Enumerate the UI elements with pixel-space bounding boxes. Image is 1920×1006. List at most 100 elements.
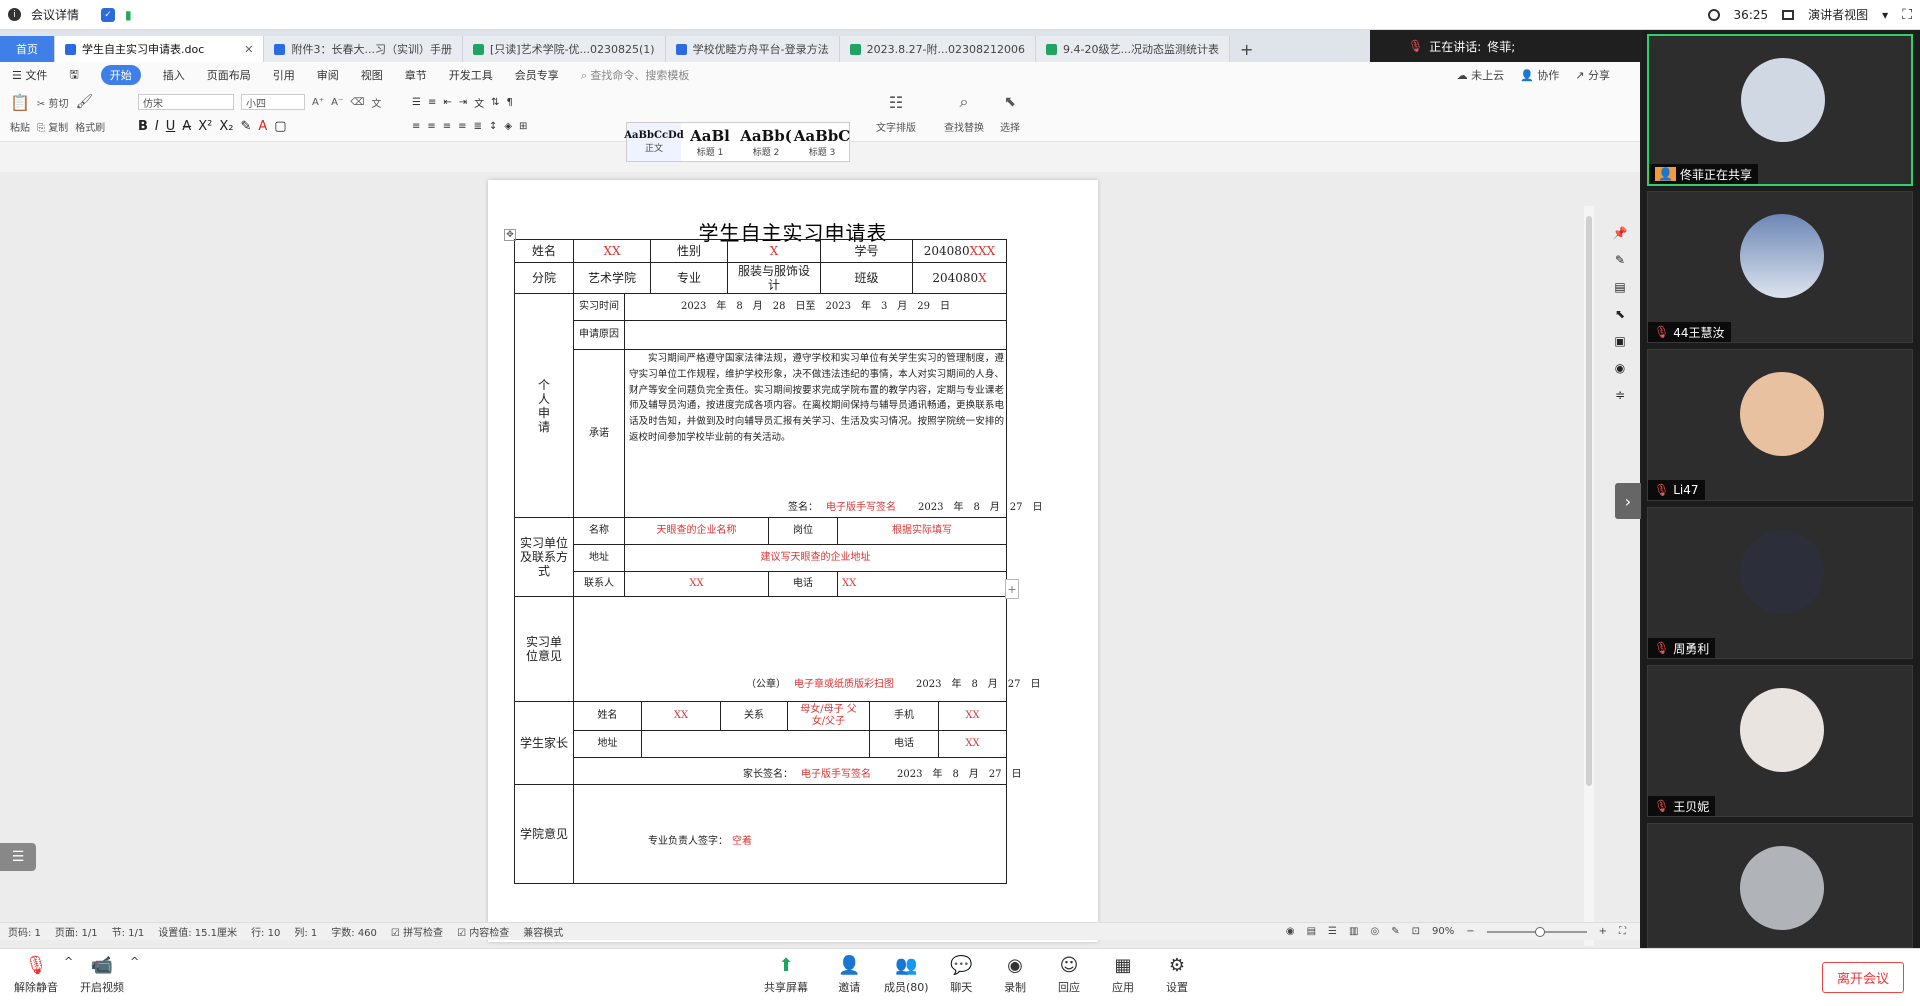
- share-screen-button[interactable]: ⬆ 共享屏幕: [764, 955, 808, 995]
- outdent-icon[interactable]: ⇤: [443, 97, 451, 108]
- chevron-down-icon[interactable]: ▾: [1882, 8, 1888, 22]
- highlight-icon[interactable]: ✎: [240, 119, 251, 134]
- contact-value[interactable]: XX: [624, 571, 769, 597]
- italic-icon[interactable]: I: [155, 119, 159, 134]
- bold-icon[interactable]: B: [138, 119, 148, 134]
- fullscreen-icon[interactable]: ⛶: [1619, 926, 1626, 937]
- status-words[interactable]: 字数: 460: [331, 924, 377, 939]
- menu-review[interactable]: 审阅: [317, 67, 339, 83]
- chevron-up-icon[interactable]: ^: [64, 955, 73, 968]
- parent-name-value[interactable]: XX: [641, 701, 721, 731]
- unit-address-value[interactable]: 建议写天眼查的企业地址: [624, 544, 1007, 572]
- participant-tile[interactable]: 🎙 Li47: [1647, 349, 1913, 501]
- sliders-icon[interactable]: ≑: [1615, 388, 1625, 402]
- add-column-button[interactable]: +: [1005, 579, 1019, 599]
- superscript-icon[interactable]: X²: [198, 119, 212, 134]
- relation-value[interactable]: 母女/母子 父女/父子: [787, 701, 870, 731]
- content-check-button[interactable]: ☑ 内容检查: [457, 924, 509, 939]
- phonetic-icon[interactable]: 文: [371, 95, 381, 110]
- command-search[interactable]: ⌕ 查找命令、搜索模板: [581, 67, 690, 83]
- unmute-button[interactable]: 🎙 解除静音: [14, 955, 58, 995]
- align-left-icon[interactable]: ≡: [412, 121, 420, 132]
- font-size-select[interactable]: 小四: [241, 94, 305, 110]
- vertical-scrollbar[interactable]: [1584, 206, 1594, 946]
- eye-protect-icon[interactable]: ◉: [1286, 926, 1295, 937]
- tab-home[interactable]: 首页: [0, 36, 55, 62]
- major-value[interactable]: 服装与服饰设计: [727, 262, 821, 294]
- unit-name-value[interactable]: 天眼查的企业名称: [624, 517, 769, 545]
- name-value[interactable]: XX: [573, 239, 651, 263]
- gender-value[interactable]: X: [727, 239, 821, 263]
- pin-icon[interactable]: 📌: [1613, 226, 1628, 240]
- zoom-slider[interactable]: [1486, 926, 1587, 937]
- outline-list-button[interactable]: ☰: [0, 843, 36, 871]
- read-view-icon[interactable]: ▥: [1349, 926, 1358, 937]
- shrink-font-icon[interactable]: A⁻: [331, 97, 343, 108]
- zoom-level[interactable]: 90%: [1432, 926, 1454, 937]
- post-value[interactable]: 根据实际填写: [837, 517, 1007, 545]
- text-layout-button[interactable]: ☷ 文字排版: [876, 92, 916, 136]
- participant-tile[interactable]: 🎙 王贝妮: [1647, 665, 1913, 817]
- fullscreen-icon[interactable]: ⛶: [1902, 7, 1912, 23]
- cut-icon[interactable]: ✂ 剪切: [37, 95, 69, 110]
- tab-document[interactable]: 学校优睦方舟平台-登录方法: [665, 36, 840, 62]
- page-view-icon[interactable]: ▤: [1307, 926, 1316, 937]
- menu-reference[interactable]: 引用: [273, 67, 295, 83]
- grow-font-icon[interactable]: A⁺: [312, 97, 324, 108]
- info-icon[interactable]: i: [8, 8, 21, 21]
- zoom-in-icon[interactable]: +: [1599, 926, 1607, 937]
- menu-file[interactable]: ☰ 文件: [12, 67, 47, 83]
- chat-button[interactable]: 💬 聊天: [950, 955, 972, 995]
- record-button[interactable]: ◉ 录制: [1004, 955, 1026, 995]
- time-value[interactable]: 2023 年 8 月 28 日至 2023 年 3 月 29 日: [624, 293, 1007, 321]
- subscript-icon[interactable]: X₂: [219, 119, 233, 134]
- tab-document-active[interactable]: 学生自主实习申请表.doc ✕: [55, 36, 265, 62]
- line-spacing-icon[interactable]: ↕: [489, 121, 497, 132]
- pointer-icon[interactable]: ⬉: [1615, 307, 1625, 321]
- paste-label[interactable]: 粘贴: [10, 119, 30, 134]
- save-icon[interactable]: 🖫: [69, 66, 78, 85]
- fit-page-icon[interactable]: ⊡: [1412, 926, 1420, 937]
- underline-icon[interactable]: U: [166, 119, 176, 134]
- style-normal[interactable]: AaBbCcDd 正文: [624, 123, 684, 161]
- menu-insert[interactable]: 插入: [163, 67, 185, 83]
- new-tab-button[interactable]: +: [1230, 36, 1263, 62]
- tab-document[interactable]: 2023.8.27-附...02308212006: [839, 36, 1037, 62]
- college-value[interactable]: 艺术学院: [573, 262, 651, 294]
- format-painter-label[interactable]: 格式刷: [75, 119, 105, 134]
- tab-document[interactable]: 附件3：长春大...习（实训）手册: [264, 36, 463, 62]
- show-marks-icon[interactable]: ¶: [507, 97, 513, 108]
- parent-phone-value[interactable]: XX: [938, 730, 1007, 758]
- style-heading-2[interactable]: AaBb(标题 2: [739, 123, 793, 161]
- invite-button[interactable]: 👤 邀请: [838, 955, 860, 995]
- shading-icon[interactable]: ◈: [504, 121, 512, 132]
- web-view-icon[interactable]: ◎: [1370, 926, 1379, 937]
- outline-view-icon[interactable]: ☰: [1328, 926, 1337, 937]
- leave-meeting-button[interactable]: 离开会议: [1821, 962, 1904, 993]
- share-button[interactable]: ↗ 分享: [1575, 67, 1610, 83]
- apps-button[interactable]: ▦ 应用: [1112, 955, 1134, 995]
- image-icon[interactable]: ▣: [1614, 334, 1625, 348]
- shield-icon[interactable]: ✓: [101, 7, 116, 22]
- members-button[interactable]: 👥 成员(80): [884, 955, 929, 995]
- collab-button[interactable]: 👤 协作: [1520, 67, 1559, 83]
- menu-chapter[interactable]: 章节: [405, 67, 427, 83]
- align-right-icon[interactable]: ≡: [443, 121, 451, 132]
- borders-icon[interactable]: ⊞: [519, 121, 527, 132]
- format-painter-icon[interactable]: 🖌: [75, 94, 93, 110]
- book-icon[interactable]: ▤: [1614, 280, 1625, 294]
- student-id-value[interactable]: 204080 XXX: [912, 239, 1007, 263]
- reason-value[interactable]: [624, 320, 1007, 350]
- reply-button[interactable]: ☺ 回应: [1058, 955, 1080, 995]
- font-family-select[interactable]: 仿宋: [138, 94, 234, 110]
- menu-member[interactable]: 会员专享: [515, 67, 559, 83]
- select-button[interactable]: ⬉ 选择: [1000, 92, 1020, 136]
- location-icon[interactable]: ◉: [1615, 361, 1625, 375]
- participant-tile[interactable]: 👤 佟菲正在共享: [1647, 34, 1913, 186]
- strikethrough-icon[interactable]: A̶: [182, 119, 191, 134]
- menu-view[interactable]: 视图: [361, 67, 383, 83]
- tab-document[interactable]: 9.4-20级艺...况动态监测统计表: [1036, 36, 1230, 62]
- menu-start[interactable]: 开始: [100, 65, 141, 85]
- style-heading-3[interactable]: AaBbC 标题 3: [794, 123, 850, 161]
- video-button[interactable]: 📹 开启视频: [80, 955, 124, 995]
